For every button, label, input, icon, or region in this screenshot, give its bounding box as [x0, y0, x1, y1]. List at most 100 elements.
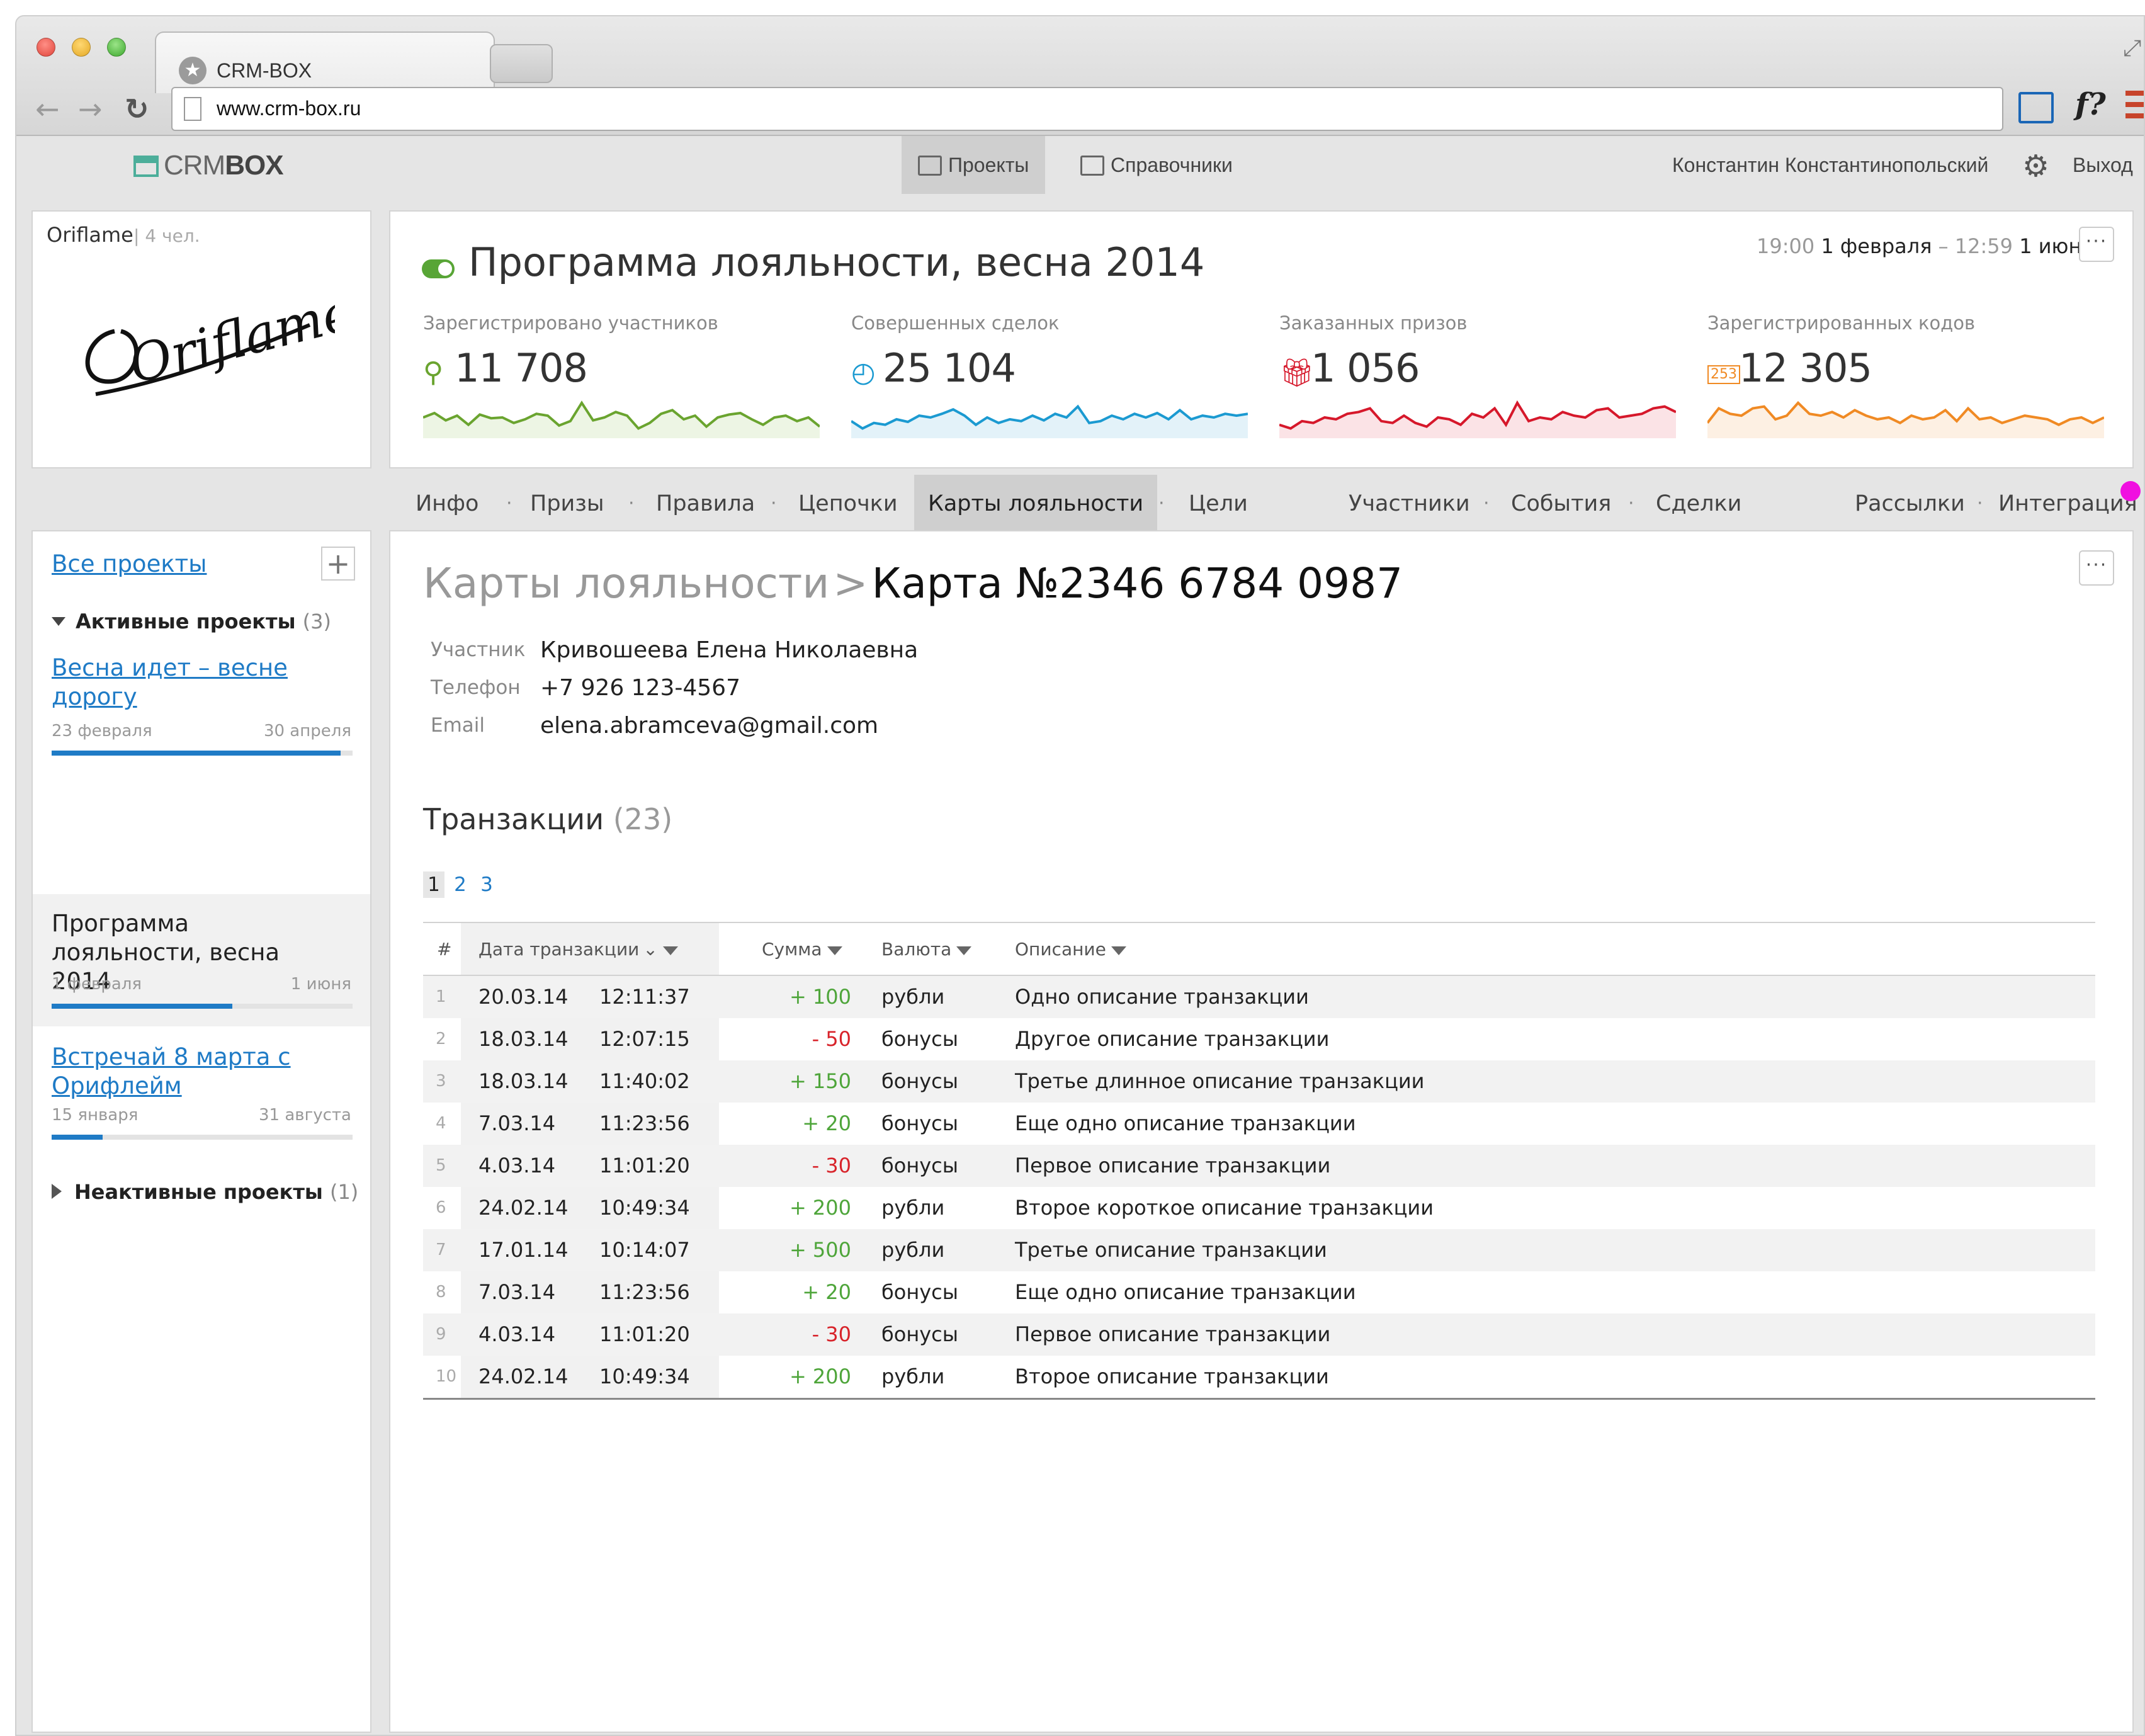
- date-dash: –: [1938, 234, 1949, 258]
- project-name-link[interactable]: Встречай 8 марта с Орифлейм: [52, 1043, 329, 1101]
- row-time: 12:11:37: [599, 985, 690, 1009]
- row-amount: - 50: [812, 1027, 851, 1051]
- new-tab-button[interactable]: [490, 44, 553, 83]
- table-row[interactable]: 8 7.03.14 11:23:56 + 20 бонусы Еще одно …: [423, 1271, 2095, 1313]
- stat-codes[interactable]: Зарегистрированных кодов 253 12 305: [1707, 312, 2104, 438]
- table-body: 1 20.03.14 12:11:37 + 100 рубли Одно опи…: [423, 976, 2095, 1398]
- tab-events[interactable]: События: [1497, 475, 1625, 533]
- project-name-link[interactable]: Весна идет – весне дорогу: [52, 654, 329, 712]
- page-1[interactable]: 1: [423, 871, 444, 898]
- minimize-window-button[interactable]: [72, 38, 91, 57]
- filter-icon[interactable]: [1111, 946, 1126, 955]
- nav-references[interactable]: Справочники: [1064, 136, 1249, 194]
- filter-icon[interactable]: [956, 946, 972, 955]
- fullscreen-icon[interactable]: ⤢: [2123, 35, 2141, 62]
- email-label: Email: [431, 714, 485, 737]
- gear-icon[interactable]: ⚙: [2022, 149, 2049, 184]
- projects-sidebar: Все проекты + Активные проекты (3) Весна…: [31, 530, 371, 1733]
- f-extension-icon[interactable]: f?: [2075, 87, 2106, 122]
- row-number: 7: [436, 1240, 446, 1259]
- filter-icon[interactable]: [662, 946, 678, 955]
- project-item[interactable]: Встречай 8 марта с Орифлейм 15 января 31…: [33, 1043, 370, 1156]
- col-currency[interactable]: Валюта: [881, 923, 972, 976]
- reload-icon[interactable]: ↻: [125, 92, 149, 126]
- transactions-title-text: Транзакции: [423, 802, 604, 836]
- col-description[interactable]: Описание: [1015, 923, 1126, 976]
- tab-goals[interactable]: Цели: [1175, 475, 1262, 533]
- clock-icon: ◴: [851, 356, 876, 389]
- table-row[interactable]: 10 24.02.14 10:49:34 + 200 рубли Второе …: [423, 1356, 2095, 1398]
- project-item-current-wrap[interactable]: Программа лояльности, весна 2014 1 февра…: [33, 894, 370, 1026]
- page-icon: [184, 97, 201, 121]
- row-time: 10:49:34: [599, 1196, 690, 1220]
- breadcrumb-parent[interactable]: Карты лояльности: [423, 559, 829, 608]
- project-status-toggle[interactable]: [422, 259, 455, 278]
- close-window-button[interactable]: [37, 38, 55, 57]
- notification-dot[interactable]: [2120, 481, 2141, 501]
- crm-box-logo[interactable]: CRMBOX: [133, 150, 284, 181]
- tab-mailings[interactable]: Рассылки: [1841, 475, 1979, 533]
- all-projects-link[interactable]: Все проекты: [52, 550, 207, 577]
- col-date[interactable]: Дата транзакции ⌄: [478, 923, 678, 976]
- table-row[interactable]: 9 4.03.14 11:01:20 - 30 бонусы Первое оп…: [423, 1313, 2095, 1356]
- filter-icon[interactable]: [827, 946, 842, 955]
- prizes-sparkline: [1279, 400, 1676, 438]
- forward-arrow-icon[interactable]: →: [78, 92, 103, 126]
- table-row[interactable]: 3 18.03.14 11:40:02 + 150 бонусы Третье …: [423, 1060, 2095, 1103]
- tab-prizes[interactable]: Призы: [516, 475, 618, 533]
- zoom-window-button[interactable]: [107, 38, 126, 57]
- row-description: Третье длинное описание транзакции: [1015, 1069, 1425, 1093]
- stat-value: 11 708: [455, 345, 588, 391]
- table-row[interactable]: 7 17.01.14 10:14:07 + 500 рубли Третье о…: [423, 1229, 2095, 1271]
- project-progress: [52, 751, 353, 756]
- stat-value: 25 104: [883, 345, 1016, 391]
- url-text[interactable]: www.crm-box.ru: [217, 97, 361, 120]
- add-project-button[interactable]: +: [321, 547, 355, 581]
- table-row[interactable]: 5 4.03.14 11:01:20 - 30 бонусы Первое оп…: [423, 1145, 2095, 1187]
- page-3[interactable]: 3: [476, 871, 497, 898]
- tab-participants[interactable]: Участники: [1335, 475, 1484, 533]
- col-amount[interactable]: Сумма: [762, 923, 842, 976]
- tab-info[interactable]: Инфо: [402, 475, 492, 533]
- sort-chevron-down-icon[interactable]: ⌄: [643, 923, 657, 976]
- stat-prizes[interactable]: Заказанных призов 🎁︎ 1 056: [1279, 312, 1676, 438]
- table-row[interactable]: 4 7.03.14 11:23:56 + 20 бонусы Еще одно …: [423, 1103, 2095, 1145]
- subnav-separator: ·: [771, 492, 777, 514]
- screen-capture-icon[interactable]: [2018, 92, 2054, 123]
- browser-tab[interactable]: ★ CRM-BOX: [155, 31, 495, 93]
- company-name[interactable]: Oriflame: [47, 223, 133, 247]
- stat-label: Зарегистрировано участников: [423, 312, 718, 334]
- project-more-button[interactable]: ···: [2079, 227, 2114, 262]
- tab-deals[interactable]: Сделки: [1642, 475, 1755, 533]
- participant-label: Участник: [431, 638, 526, 661]
- nav-projects[interactable]: Проекты: [902, 136, 1046, 194]
- tab-integration[interactable]: Интеграция: [1984, 475, 2144, 533]
- logout-link[interactable]: Выход: [2073, 154, 2133, 177]
- project-item[interactable]: Весна идет – весне дорогу 23 февраля 30 …: [33, 654, 370, 773]
- address-bar[interactable]: www.crm-box.ru: [171, 87, 2003, 131]
- table-row[interactable]: 6 24.02.14 10:49:34 + 200 рубли Второе к…: [423, 1187, 2095, 1229]
- tab-loyalty-cards[interactable]: Карты лояльности: [914, 475, 1158, 533]
- user-name[interactable]: Константин Константинопольский: [1672, 154, 1988, 177]
- table-row[interactable]: 1 20.03.14 12:11:37 + 100 рубли Одно опи…: [423, 976, 2095, 1018]
- row-date: 20.03.14: [478, 985, 569, 1009]
- page-2[interactable]: 2: [450, 871, 471, 898]
- tab-rules[interactable]: Правила: [642, 475, 769, 533]
- stat-participants[interactable]: Зарегистрировано участников ⚲ 11 708: [423, 312, 820, 438]
- row-date: 7.03.14: [478, 1280, 556, 1304]
- inactive-projects-group[interactable]: Неактивные проекты (1): [52, 1180, 358, 1204]
- end-time: 12:59: [1954, 234, 2013, 258]
- row-description: Второе короткое описание транзакции: [1015, 1196, 1434, 1220]
- back-arrow-icon[interactable]: ←: [35, 92, 60, 126]
- browser-menu-icon[interactable]: [2125, 91, 2144, 125]
- row-time: 11:01:20: [599, 1322, 690, 1346]
- stat-deals[interactable]: Совершенных сделок ◴ 25 104: [851, 312, 1248, 438]
- card-more-button[interactable]: ···: [2079, 550, 2114, 586]
- row-currency: бонусы: [881, 1322, 959, 1346]
- favicon-star-icon: ★: [179, 57, 207, 84]
- table-row[interactable]: 2 18.03.14 12:07:15 - 50 бонусы Другое о…: [423, 1018, 2095, 1060]
- tab-chains[interactable]: Цепочки: [784, 475, 912, 533]
- project-end-date: 1 июня: [290, 975, 351, 994]
- row-time: 12:07:15: [599, 1027, 690, 1051]
- active-projects-group[interactable]: Активные проекты (3): [52, 610, 331, 633]
